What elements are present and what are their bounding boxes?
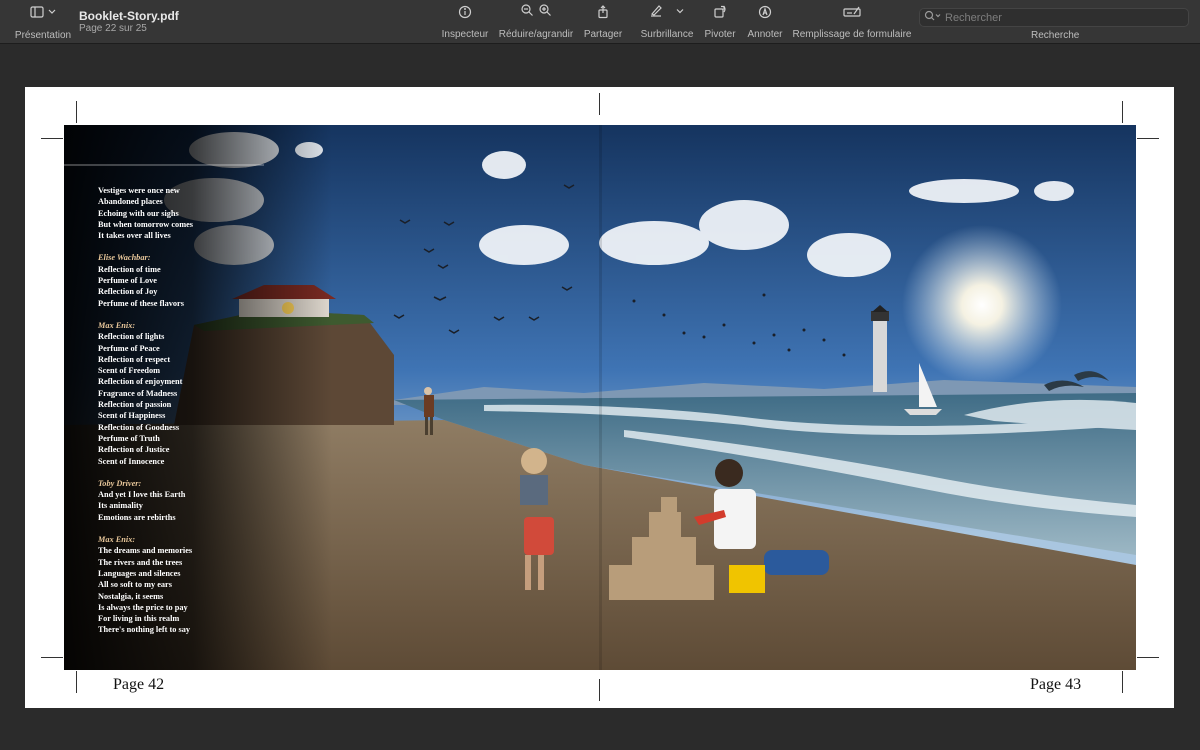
poem-line: Perfume of these flavors [98,298,184,308]
poem-line: Perfume of Truth [98,433,160,443]
poem-line: For living in this realm [98,614,180,624]
page-number-right: Page 43 [1030,676,1082,693]
pdf-page-spread: Vestiges were once new Abandoned places Ec… [25,87,1174,708]
search-field[interactable] [919,8,1189,27]
zoom-in-icon[interactable] [538,3,552,22]
zoom-button[interactable]: Réduire/agrandir [498,0,574,44]
page-number-left: Page 42 [113,676,165,693]
poem-line: Perfume of Love [98,276,157,286]
info-icon [458,0,472,24]
beach-illustration: Vestiges were once new Abandoned places Ec… [64,125,1136,670]
share-label: Partager [583,29,623,40]
document-page-indicator: Page 22 sur 25 [79,23,147,34]
poem-stanza-1: Vestiges were once new Abandoned places Ec… [98,185,228,241]
poem-line: Abandoned places [98,197,163,207]
poem-line: It takes over all lives [98,231,171,241]
poem-line: Perfume of Peace [98,343,160,353]
highlighter-icons [649,0,685,24]
poem-line: Nostalgia, it seems [98,591,164,601]
form-fill-button[interactable]: Remplissage de formulaire [792,0,912,44]
crop-mark [41,657,63,658]
poem-line: There's nothing left to say [98,625,191,635]
poem-stanza-4: And yet I love this Earth Its animality Em… [98,489,228,523]
zoom-icons [520,0,552,24]
poem-line: And yet I love this Earth [98,490,186,500]
poem-line: The dreams and memories [98,546,193,556]
inspector-label: Inspecteur [441,29,489,40]
crop-mark [599,679,600,701]
view-button[interactable]: Présentation [10,0,76,44]
poem-stanza-2: Reflection of time Perfume of Love Reflect… [98,264,228,309]
poem-line: All so soft to my ears [98,580,172,590]
rotate-button[interactable]: Pivoter [702,0,738,44]
poem-line: Reflection of respect [98,354,171,364]
share-icon [596,0,610,24]
poem-stanza-5: The dreams and memories The rivers and th… [98,545,228,635]
zoom-label: Réduire/agrandir [498,29,574,40]
crop-mark [1137,657,1159,658]
poem-author: Max Enix: [98,535,136,545]
share-button[interactable]: Partager [581,0,625,44]
poem-author: Max Enix: [98,320,136,330]
poem-line: Emotions are rebirths [98,512,176,522]
rotate-icon [713,0,727,24]
crop-mark [1122,671,1123,693]
poem-line: Reflection of enjoyment [98,377,183,387]
poem-line: Reflection of Goodness [98,422,180,432]
poem-line: Is always the price to pay [98,602,188,612]
toolbar: Présentation Booklet-Story.pdf Page 22 s… [0,0,1200,44]
crop-mark [76,671,77,693]
form-icon [843,0,861,24]
poem-line: Reflection of passion [98,400,172,410]
highlight-label: Surbrillance [640,29,694,40]
poem-author: Elise Wachbar: [98,253,151,263]
poem-line: Vestiges were once new [98,186,180,195]
poem-text: Vestiges were once new Abandoned places Ec… [98,185,228,636]
poem-line: Reflection of time [98,264,161,274]
crop-mark [1122,101,1123,123]
annotate-button[interactable]: Annoter [745,0,785,44]
poem-line: Languages and silences [98,568,181,578]
crop-mark [41,138,63,139]
crop-mark [599,93,600,115]
chevron-down-icon[interactable] [675,3,685,21]
poem-line: The rivers and the trees [98,557,183,567]
poem-line: Fragrance of Madness [98,388,178,398]
poem-stanza-3: Reflection of lights Perfume of Peace Refl… [98,331,228,467]
rotate-label: Pivoter [704,29,736,40]
inspector-button[interactable]: Inspecteur [439,0,491,44]
poem-line: Scent of Freedom [98,366,161,376]
poem-line: Scent of Innocence [98,456,165,466]
poem-line: Its animality [98,501,143,511]
markup-icon [758,0,772,24]
poem-line: But when tomorrow comes [98,219,194,229]
highlighter-icon [649,3,663,22]
poem-line: Scent of Happiness [98,411,166,421]
search-input[interactable] [945,11,1175,24]
poem-line: Reflection of lights [98,332,165,342]
search-icon [924,9,942,27]
crop-mark [1137,138,1159,139]
view-label: Présentation [14,30,72,41]
form-fill-label: Remplissage de formulaire [792,29,912,40]
crop-mark [76,101,77,123]
poem-author: Toby Driver: [98,478,142,488]
poem-line: Reflection of Justice [98,445,170,455]
highlight-button[interactable]: Surbrillance [638,0,696,44]
document-title: Booklet-Story.pdf [79,9,179,23]
search-label: Recherche [1031,30,1080,41]
poem-line: Echoing with our sighs [98,208,179,218]
sidebar-icon [29,0,57,24]
poem-line: Reflection of Joy [98,287,158,297]
zoom-out-icon[interactable] [520,3,534,22]
annotate-label: Annoter [747,29,783,40]
